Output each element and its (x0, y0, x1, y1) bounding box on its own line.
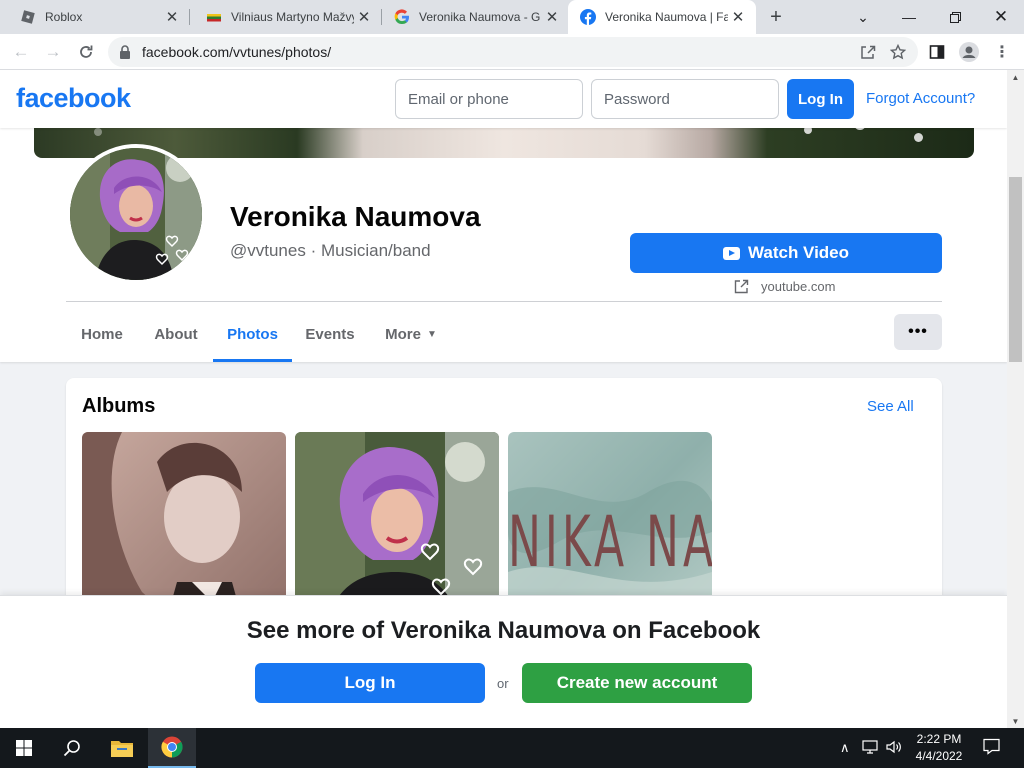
tab-search-icon[interactable]: ⌄ (840, 0, 886, 34)
caret-down-icon: ▼ (426, 328, 437, 340)
tab-title: Roblox (45, 10, 83, 24)
library-favicon (207, 14, 221, 22)
tab-title: Veronika Naumova | Fa (605, 10, 728, 24)
reload-icon (80, 45, 93, 58)
see-all-link[interactable]: See All (867, 398, 914, 415)
share-icon[interactable] (857, 41, 879, 63)
windows-taskbar: ∧ 2:22 PM 4/4/2022 (0, 728, 1024, 768)
watch-video-button[interactable]: Watch Video (630, 233, 942, 273)
tab-facebook[interactable]: Veronika Naumova | Fa ✕ (568, 0, 756, 34)
facebook-header: facebook Log In Forgot Account? (0, 70, 1007, 128)
prompt-login-button[interactable]: Log In (255, 663, 485, 703)
volume-icon[interactable] (886, 740, 902, 757)
album-3-overlay-text: NIKA NAU (508, 502, 712, 584)
profile-photo (70, 148, 202, 280)
scrollbar-thumb[interactable] (1009, 177, 1022, 362)
tab-photos[interactable]: Photos (213, 306, 292, 362)
tab-google[interactable]: Veronika Naumova - G ✕ (374, 0, 570, 34)
chrome-menu-icon[interactable]: ⋮ (991, 41, 1013, 63)
forward-button[interactable]: → (40, 39, 66, 65)
roblox-icon (21, 10, 35, 24)
tab-events[interactable]: Events (296, 306, 364, 362)
forgot-account-link[interactable]: Forgot Account? (866, 90, 975, 107)
folder-icon (111, 741, 133, 757)
tab-title: Veronika Naumova - G (419, 10, 541, 24)
albums-title: Albums (82, 395, 156, 417)
header-login-button[interactable]: Log In (787, 79, 854, 119)
search-icon (63, 740, 80, 757)
url-text: facebook.com/vvtunes/photos/ (142, 44, 332, 60)
profile-subtitle: @vvtunes · Musician/band (230, 241, 431, 260)
watch-video-label: Watch Video (747, 243, 850, 262)
youtube-link[interactable]: youtube.com (734, 279, 835, 294)
system-clock[interactable]: 2:22 PM 4/4/2022 (906, 731, 972, 765)
lock-icon (120, 45, 130, 59)
play-video-icon (722, 246, 740, 260)
tab-home[interactable]: Home (66, 306, 138, 362)
close-tab-icon[interactable]: ✕ (728, 7, 748, 27)
close-tab-icon[interactable]: ✕ (542, 7, 562, 27)
restore-button[interactable] (932, 0, 978, 34)
windows-logo-icon (16, 740, 32, 756)
facebook-logo[interactable]: facebook (16, 83, 131, 114)
or-separator: or (497, 676, 509, 691)
external-link-icon (734, 279, 749, 294)
ellipsis-icon: ••• (908, 323, 928, 340)
more-options-button[interactable]: ••• (894, 314, 942, 350)
profile-avatar[interactable] (70, 148, 202, 280)
password-field[interactable] (591, 79, 779, 119)
email-input[interactable] (408, 90, 582, 108)
chrome-taskbar-button[interactable] (148, 728, 196, 768)
profile-icon[interactable] (958, 41, 980, 63)
close-tab-icon[interactable]: ✕ (354, 7, 374, 27)
network-icon[interactable] (862, 740, 878, 757)
profile-name: Veronika Naumova (230, 201, 481, 232)
search-button[interactable] (48, 728, 96, 768)
chrome-icon (161, 736, 183, 758)
back-button[interactable]: ← (8, 39, 34, 65)
tab-library[interactable]: Vilniaus Martyno Mažvy ✕ (186, 0, 382, 34)
bookmark-star-icon[interactable] (887, 41, 909, 63)
tab-roblox[interactable]: Roblox ✕ (0, 0, 190, 34)
side-panel-icon[interactable] (926, 41, 948, 63)
clock-date: 4/4/2022 (915, 749, 963, 763)
youtube-link-label: youtube.com (761, 279, 836, 294)
tab-more-label: More (385, 325, 421, 343)
browser-tab-strip: Roblox ✕ Vilniaus Martyno Mažvy ✕ Veroni… (0, 0, 1024, 34)
page-viewport: Veronika Naumova @vvtunes · Musician/ban… (0, 70, 1007, 728)
tab-more[interactable]: More ▼ (370, 306, 452, 362)
create-account-button[interactable]: Create new account (522, 663, 752, 703)
close-tab-icon[interactable]: ✕ (162, 7, 182, 27)
start-button[interactable] (0, 728, 48, 768)
restore-icon (949, 11, 961, 23)
login-prompt-banner: See more of Veronika Naumova on Facebook… (0, 595, 1007, 728)
google-icon (394, 9, 409, 25)
login-prompt-headline: See more of Veronika Naumova on Facebook (246, 617, 761, 644)
scroll-down-icon[interactable]: ▼ (1007, 714, 1024, 728)
file-explorer-button[interactable] (98, 728, 146, 768)
clock-time: 2:22 PM (916, 732, 962, 746)
browser-toolbar: ← → facebook.com/vvtunes/photos/ ⋮ (0, 34, 1024, 70)
minimize-button[interactable]: ― (886, 0, 932, 34)
close-window-button[interactable]: ✕ (978, 0, 1024, 34)
password-input[interactable] (604, 90, 778, 108)
show-hidden-icons[interactable]: ∧ (840, 740, 850, 756)
tab-about[interactable]: About (142, 306, 210, 362)
new-tab-button[interactable]: + (765, 6, 787, 28)
page-scrollbar[interactable]: ▲ ▼ (1007, 70, 1024, 728)
profile-divider (66, 301, 942, 302)
notifications-icon[interactable] (983, 738, 1000, 758)
reload-button[interactable] (73, 39, 99, 65)
email-field[interactable] (395, 79, 583, 119)
address-bar[interactable]: facebook.com/vvtunes/photos/ (108, 37, 918, 67)
profile-header-card: Veronika Naumova @vvtunes · Musician/ban… (0, 108, 1007, 362)
facebook-icon (580, 9, 596, 25)
tab-title: Vilniaus Martyno Mažvy (231, 10, 354, 24)
scroll-up-icon[interactable]: ▲ (1007, 70, 1024, 84)
